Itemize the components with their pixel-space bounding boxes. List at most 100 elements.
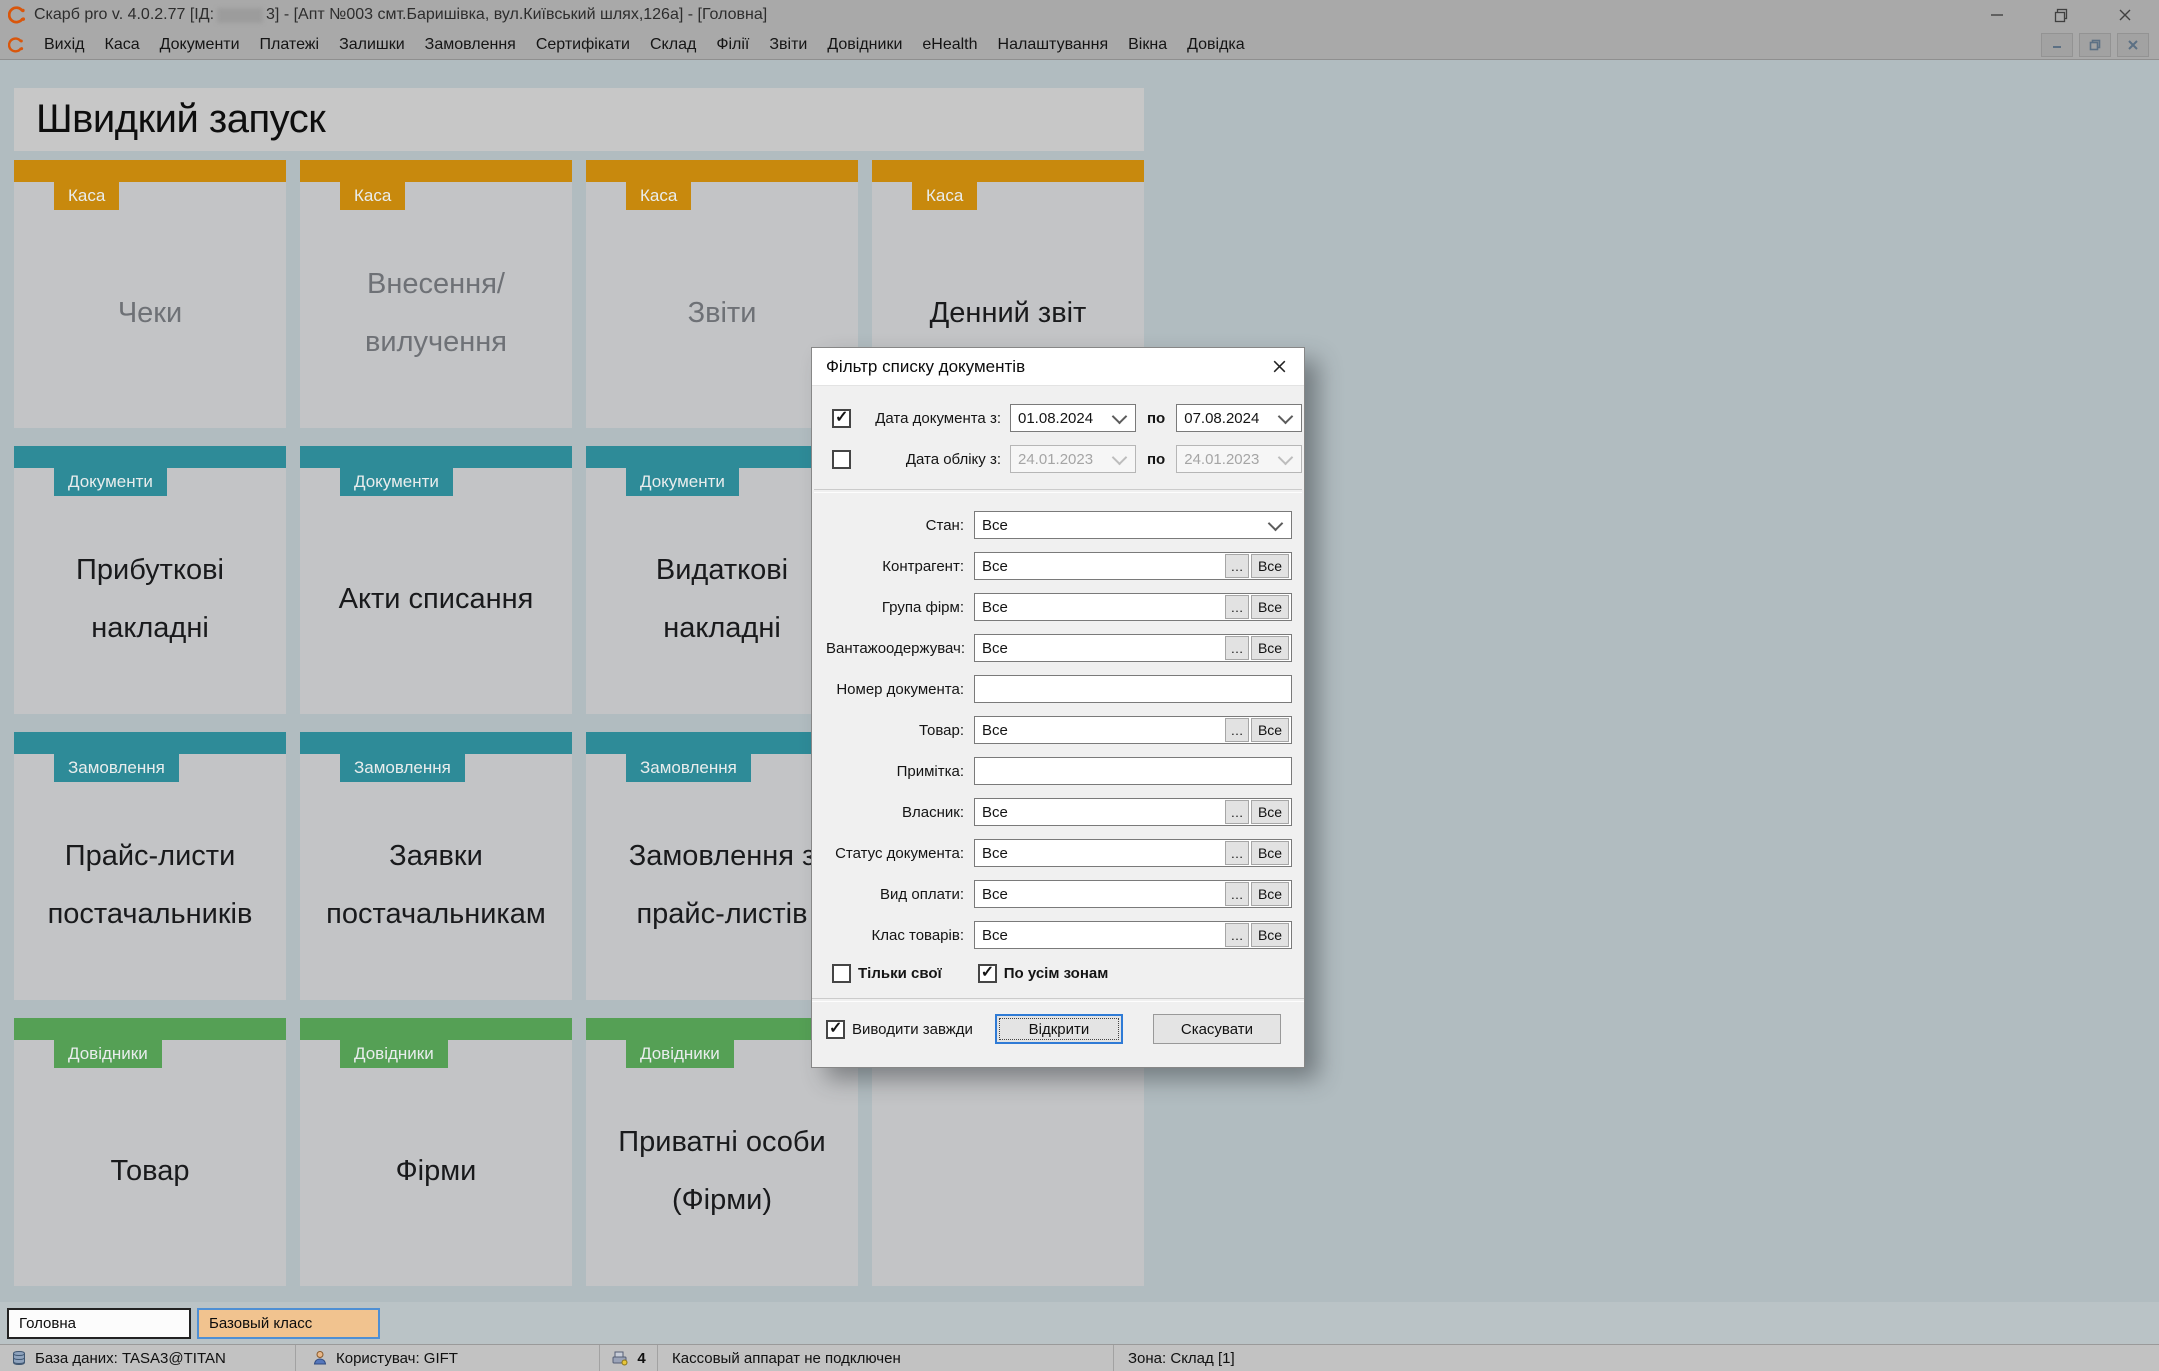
grupa-firm-all-button[interactable]: Все <box>1251 595 1289 619</box>
always-show-checkbox[interactable] <box>826 1018 845 1039</box>
close-icon[interactable] <box>2117 7 2133 23</box>
tile-category-tab: Каса <box>912 182 978 210</box>
mdi-minimize-icon[interactable] <box>2041 32 2073 57</box>
tile-category-tab: Довідники <box>340 1040 448 1068</box>
filter-row-status-dokumenta: Статус документа: Все … Все <box>826 839 1292 867</box>
tile-category-tab: Довідники <box>626 1040 734 1068</box>
vyd-oplaty-field[interactable]: Все … Все <box>974 880 1292 908</box>
tile-category-bar <box>300 732 572 754</box>
menu-dovidnyky[interactable]: Довідники <box>817 30 912 59</box>
menu-kasa[interactable]: Каса <box>95 30 150 59</box>
menu-zalyshky[interactable]: Залишки <box>329 30 415 59</box>
tile-cheky[interactable]: Каса Чеки <box>14 160 286 428</box>
status-dokumenta-browse-button[interactable]: … <box>1225 841 1249 865</box>
tile-zaiavky-postachalnykam[interactable]: Замовлення Заявки постачальникам <box>300 732 572 1000</box>
all-zones-label: По усім зонам <box>1003 964 1109 982</box>
all-zones-checkbox[interactable] <box>977 962 997 983</box>
database-icon <box>13 1350 25 1366</box>
minimize-icon[interactable] <box>1989 7 2005 23</box>
kontragent-browse-button[interactable]: … <box>1225 554 1249 578</box>
klas-tovariv-field[interactable]: Все … Все <box>974 921 1292 949</box>
filter-row-prymitka: Примітка: <box>826 757 1292 785</box>
tile-category-tab: Замовлення <box>54 754 179 782</box>
grupa-firm-field[interactable]: Все … Все <box>974 593 1292 621</box>
dialog-close-icon[interactable] <box>1269 356 1290 377</box>
menu-vykhid[interactable]: Вихід <box>34 30 95 59</box>
status-dokumenta-field[interactable]: Все … Все <box>974 839 1292 867</box>
tile-akty-spysannia[interactable]: Документи Акти списання <box>300 446 572 714</box>
status-dokumenta-all-button[interactable]: Все <box>1251 841 1289 865</box>
tile-prais-lysty-postachalnykiv[interactable]: Замовлення Прайс-листи постачальників <box>14 732 286 1000</box>
doc-date-from-picker[interactable]: 01.08.2024 <box>1010 404 1136 432</box>
chevron-down-icon <box>1267 515 1284 531</box>
tovar-browse-button[interactable]: … <box>1225 718 1249 742</box>
dialog-body: Дата документа з: 01.08.2024 по 07.08.20… <box>812 386 1304 1044</box>
prymitka-input[interactable] <box>974 757 1292 785</box>
kontragent-all-button[interactable]: Все <box>1251 554 1289 578</box>
grupa-firm-browse-button[interactable]: … <box>1225 595 1249 619</box>
kontragent-field[interactable]: Все … Все <box>974 552 1292 580</box>
menu-dokumenty[interactable]: Документи <box>150 30 250 59</box>
only-mine-checkbox[interactable] <box>832 963 851 983</box>
mdi-restore-icon[interactable] <box>2079 32 2111 57</box>
vantazhooderzhuvach-browse-button[interactable]: … <box>1225 636 1249 660</box>
doc-date-checkbox[interactable] <box>832 407 851 428</box>
page-title: Швидкий запуск <box>36 97 326 141</box>
menu-vikna[interactable]: Вікна <box>1118 30 1177 59</box>
filter-row-tovar: Товар: Все … Все <box>826 716 1292 744</box>
tile-tovar[interactable]: Довідники Товар <box>14 1018 286 1286</box>
vlasnyk-all-button[interactable]: Все <box>1251 800 1289 824</box>
tile-label: Звіти <box>687 297 757 329</box>
acc-date-from-picker: 24.01.2023 <box>1010 445 1136 473</box>
doc-date-to-picker[interactable]: 07.08.2024 <box>1176 404 1303 432</box>
tovar-all-button[interactable]: Все <box>1251 718 1289 742</box>
tile-firmy[interactable]: Довідники Фірми <box>300 1018 572 1286</box>
tile-label: Товар <box>110 1155 190 1187</box>
restore-icon[interactable] <box>2053 7 2069 23</box>
tab-holovna[interactable]: Головна <box>7 1308 191 1339</box>
menu-nalashtuvannia[interactable]: Налаштування <box>988 30 1119 59</box>
vyd-oplaty-browse-button[interactable]: … <box>1225 882 1249 906</box>
tile-label: Прибуткові накладні <box>76 554 224 644</box>
tile-category-tab: Замовлення <box>626 754 751 782</box>
vlasnyk-browse-button[interactable]: … <box>1225 800 1249 824</box>
vantazhooderzhuvach-all-button[interactable]: Все <box>1251 636 1289 660</box>
klas-tovariv-all-button[interactable]: Все <box>1251 923 1289 947</box>
tile-category-tab: Каса <box>340 182 406 210</box>
doc-date-label: Дата документа з: <box>875 409 1001 427</box>
tile-prybutkovi-nakladni[interactable]: Документи Прибуткові накладні <box>14 446 286 714</box>
vlasnyk-field[interactable]: Все … Все <box>974 798 1292 826</box>
tovar-field[interactable]: Все … Все <box>974 716 1292 744</box>
cancel-button[interactable]: Скасувати <box>1152 1014 1281 1044</box>
menu-platezhi[interactable]: Платежі <box>250 30 330 59</box>
filter-row-klas-tovariv: Клас товарів: Все … Все <box>826 921 1292 949</box>
menu-zvity[interactable]: Звіти <box>759 30 817 59</box>
tile-category-bar <box>586 160 858 182</box>
menu-filii[interactable]: Філії <box>706 30 759 59</box>
menu-sklad[interactable]: Склад <box>640 30 706 59</box>
chevron-down-icon <box>1111 449 1128 465</box>
menu-sertyfikaty[interactable]: Сертифікати <box>526 30 640 59</box>
tile-vnesennia-vyluchennia[interactable]: Каса Внесення/вилучення <box>300 160 572 428</box>
filter-row-kontragent: Контрагент: Все … Все <box>826 552 1292 580</box>
tile-category-bar <box>872 160 1144 182</box>
tile-category-bar <box>300 1018 572 1040</box>
klas-tovariv-browse-button[interactable]: … <box>1225 923 1249 947</box>
stan-combobox[interactable]: Все <box>974 511 1292 539</box>
acc-date-checkbox[interactable] <box>832 449 851 469</box>
mdi-close-icon[interactable] <box>2117 32 2149 57</box>
tab-bazovyi-klass[interactable]: Базовый класс <box>197 1308 380 1339</box>
vyd-oplaty-all-button[interactable]: Все <box>1251 882 1289 906</box>
menu-dovidka[interactable]: Довідка <box>1177 30 1255 59</box>
vantazhooderzhuvach-field[interactable]: Все … Все <box>974 634 1292 662</box>
tile-category-tab: Замовлення <box>340 754 465 782</box>
open-button[interactable]: Відкрити <box>994 1014 1123 1044</box>
menu-zamovlennia[interactable]: Замовлення <box>415 30 526 59</box>
tile-label: Акти списання <box>338 583 534 615</box>
menu-ehealth[interactable]: eHealth <box>912 30 987 59</box>
dialog-footer: Виводити завжди Відкрити Скасувати <box>826 1014 1292 1044</box>
filter-dialog: Фільтр списку документів Дата документа … <box>812 348 1304 1067</box>
tile-category-bar <box>300 446 572 468</box>
nomer-dokumenta-input[interactable] <box>974 675 1292 703</box>
tile-label: Фірми <box>395 1155 477 1187</box>
